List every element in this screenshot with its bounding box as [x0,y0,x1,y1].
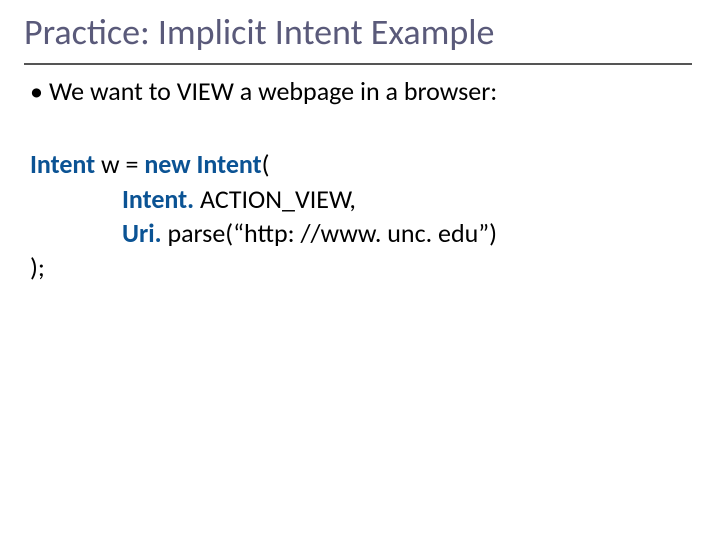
slide-title: Practice: Implicit Intent Example [24,12,692,57]
code-line-1: Intent w = new Intent( [30,147,692,181]
code-text: ( [262,148,270,180]
code-text: parse(“http: //www. unc. edu”) [167,217,497,249]
code-block: Intent w = new Intent( Intent. ACTION_VI… [30,147,692,284]
code-keyword-intent: Intent [30,148,95,180]
code-text: w = [95,148,144,180]
code-text: ); [30,251,45,283]
title-underline [24,63,692,65]
bullet-marker: • [30,75,43,109]
code-keyword-new-intent: new Intent [144,148,261,180]
bullet-text: We want to VIEW a webpage in a browser: [49,75,497,107]
code-keyword-intent-dot: Intent. [122,183,200,215]
code-keyword-uri-dot: Uri. [122,217,167,249]
code-line-4: ); [30,250,692,284]
code-line-2: Intent. ACTION_VIEW, [122,182,692,216]
code-text: ACTION_VIEW, [200,183,356,215]
slide: Practice: Implicit Intent Example •We wa… [0,0,720,540]
bullet-item: •We want to VIEW a webpage in a browser: [30,75,692,109]
code-line-3: Uri. parse(“http: //www. unc. edu”) [122,216,692,250]
